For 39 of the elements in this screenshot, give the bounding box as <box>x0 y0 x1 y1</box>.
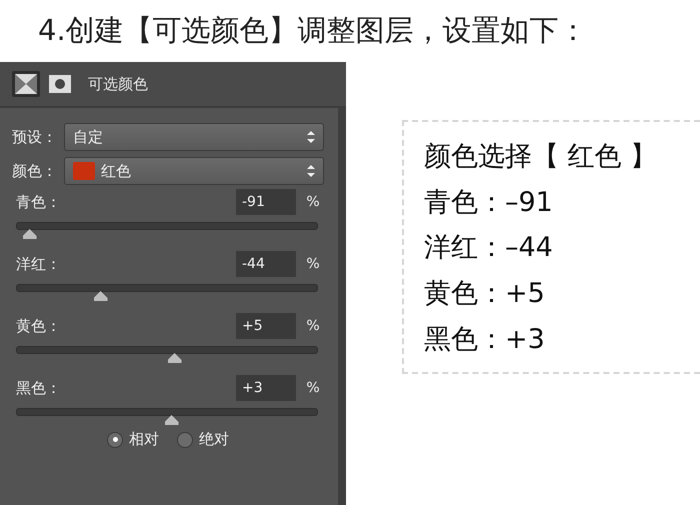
slider[interactable] <box>16 346 318 364</box>
panel-title: 可选颜色 <box>88 74 148 94</box>
layer-mask-icon <box>49 75 71 93</box>
slider-thumb[interactable] <box>168 353 182 363</box>
value-field[interactable]: -91 <box>236 189 296 215</box>
slider-label: 黑色： <box>16 378 62 398</box>
pixel-mask-icon <box>15 74 37 94</box>
method-radio[interactable]: 相对 <box>107 430 159 449</box>
note-line: 黑色：+3 <box>424 324 546 354</box>
note-line: 黄色：+5 <box>424 279 546 309</box>
slider[interactable] <box>16 408 318 426</box>
percent-unit: % <box>305 256 321 272</box>
field-label: 预设： <box>12 128 58 146</box>
dropdown[interactable]: 自定 <box>64 123 324 151</box>
note-line: 青色：–91 <box>424 188 554 218</box>
slider-thumb[interactable] <box>164 415 179 425</box>
mode-toggle[interactable] <box>12 71 40 97</box>
scrollbar[interactable] <box>338 108 346 505</box>
percent-unit: % <box>305 318 321 334</box>
percent-unit: % <box>305 194 321 210</box>
slider-thumb[interactable] <box>22 229 37 239</box>
stepper-caret-icon <box>307 131 315 143</box>
note-title: 颜色选择【 红色 】 <box>424 142 658 172</box>
value-field[interactable]: -44 <box>236 251 296 277</box>
slider-label: 洋红： <box>16 254 62 274</box>
slider-thumb[interactable] <box>94 291 108 301</box>
slider[interactable] <box>16 222 318 240</box>
value-field[interactable]: +5 <box>236 313 296 339</box>
stepper-caret-icon <box>307 165 315 177</box>
field-label: 颜色： <box>12 162 58 180</box>
note-line: 洋红：–44 <box>424 233 554 264</box>
step-heading: 4.创建【可选颜色】调整图层，设置如下： <box>37 12 589 49</box>
slider-label: 青色： <box>16 192 62 212</box>
slider-label: 黄色： <box>16 316 62 336</box>
slider[interactable] <box>16 284 318 302</box>
value-field[interactable]: +3 <box>236 375 296 401</box>
dropdown[interactable]: 红色 <box>64 157 324 185</box>
method-radio[interactable]: 绝对 <box>177 430 229 449</box>
percent-unit: % <box>305 380 321 396</box>
